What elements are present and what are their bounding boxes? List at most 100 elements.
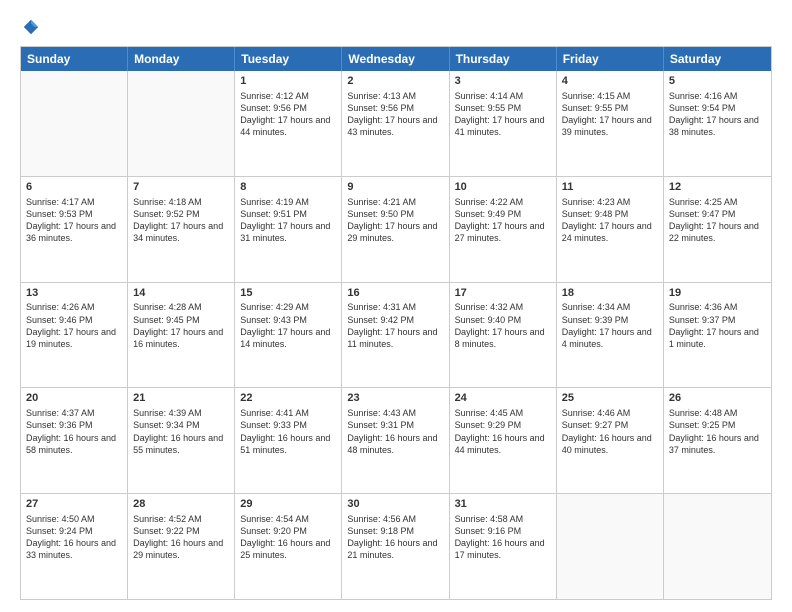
cell-text: Sunrise: 4:14 AM [455, 90, 551, 102]
cell-text: Daylight: 17 hours and 31 minutes. [240, 220, 336, 244]
day-number: 10 [455, 180, 551, 195]
day-number: 3 [455, 74, 551, 89]
calendar-cell: 15Sunrise: 4:29 AMSunset: 9:43 PMDayligh… [235, 283, 342, 388]
calendar-row: 13Sunrise: 4:26 AMSunset: 9:46 PMDayligh… [21, 282, 771, 388]
cell-text: Daylight: 16 hours and 17 minutes. [455, 537, 551, 561]
cell-text: Sunset: 9:55 PM [562, 102, 658, 114]
day-number: 12 [669, 180, 766, 195]
calendar-cell: 9Sunrise: 4:21 AMSunset: 9:50 PMDaylight… [342, 177, 449, 282]
cell-text: Daylight: 17 hours and 4 minutes. [562, 326, 658, 350]
cell-text: Sunset: 9:53 PM [26, 208, 122, 220]
cell-text: Daylight: 17 hours and 43 minutes. [347, 114, 443, 138]
calendar-header-cell: Friday [557, 47, 664, 71]
cell-text: Sunrise: 4:29 AM [240, 301, 336, 313]
cell-text: Daylight: 16 hours and 48 minutes. [347, 432, 443, 456]
calendar-cell: 21Sunrise: 4:39 AMSunset: 9:34 PMDayligh… [128, 388, 235, 493]
day-number: 26 [669, 391, 766, 406]
cell-text: Daylight: 16 hours and 51 minutes. [240, 432, 336, 456]
day-number: 15 [240, 286, 336, 301]
calendar-cell: 3Sunrise: 4:14 AMSunset: 9:55 PMDaylight… [450, 71, 557, 176]
cell-text: Sunrise: 4:25 AM [669, 196, 766, 208]
cell-text: Sunset: 9:55 PM [455, 102, 551, 114]
cell-text: Sunset: 9:42 PM [347, 314, 443, 326]
cell-text: Sunset: 9:47 PM [669, 208, 766, 220]
day-number: 20 [26, 391, 122, 406]
cell-text: Sunrise: 4:32 AM [455, 301, 551, 313]
calendar-cell: 8Sunrise: 4:19 AMSunset: 9:51 PMDaylight… [235, 177, 342, 282]
cell-text: Sunset: 9:40 PM [455, 314, 551, 326]
calendar-cell: 13Sunrise: 4:26 AMSunset: 9:46 PMDayligh… [21, 283, 128, 388]
day-number: 23 [347, 391, 443, 406]
day-number: 24 [455, 391, 551, 406]
calendar-cell: 20Sunrise: 4:37 AMSunset: 9:36 PMDayligh… [21, 388, 128, 493]
calendar-cell: 5Sunrise: 4:16 AMSunset: 9:54 PMDaylight… [664, 71, 771, 176]
calendar-cell: 31Sunrise: 4:58 AMSunset: 9:16 PMDayligh… [450, 494, 557, 599]
day-number: 18 [562, 286, 658, 301]
cell-text: Daylight: 17 hours and 39 minutes. [562, 114, 658, 138]
calendar-cell: 23Sunrise: 4:43 AMSunset: 9:31 PMDayligh… [342, 388, 449, 493]
cell-text: Sunset: 9:29 PM [455, 419, 551, 431]
calendar-row: 6Sunrise: 4:17 AMSunset: 9:53 PMDaylight… [21, 176, 771, 282]
calendar-cell [664, 494, 771, 599]
cell-text: Sunrise: 4:52 AM [133, 513, 229, 525]
day-number: 2 [347, 74, 443, 89]
cell-text: Daylight: 16 hours and 37 minutes. [669, 432, 766, 456]
cell-text: Sunrise: 4:17 AM [26, 196, 122, 208]
cell-text: Sunset: 9:20 PM [240, 525, 336, 537]
cell-text: Sunrise: 4:12 AM [240, 90, 336, 102]
day-number: 27 [26, 497, 122, 512]
day-number: 22 [240, 391, 336, 406]
calendar-row: 20Sunrise: 4:37 AMSunset: 9:36 PMDayligh… [21, 387, 771, 493]
calendar-cell: 26Sunrise: 4:48 AMSunset: 9:25 PMDayligh… [664, 388, 771, 493]
logo-icon [22, 18, 40, 36]
cell-text: Sunset: 9:52 PM [133, 208, 229, 220]
cell-text: Sunrise: 4:21 AM [347, 196, 443, 208]
cell-text: Daylight: 17 hours and 11 minutes. [347, 326, 443, 350]
cell-text: Sunset: 9:31 PM [347, 419, 443, 431]
cell-text: Sunset: 9:39 PM [562, 314, 658, 326]
page: SundayMondayTuesdayWednesdayThursdayFrid… [0, 0, 792, 612]
cell-text: Sunrise: 4:45 AM [455, 407, 551, 419]
day-number: 17 [455, 286, 551, 301]
cell-text: Sunrise: 4:19 AM [240, 196, 336, 208]
cell-text: Daylight: 16 hours and 33 minutes. [26, 537, 122, 561]
calendar-cell: 17Sunrise: 4:32 AMSunset: 9:40 PMDayligh… [450, 283, 557, 388]
calendar-cell: 1Sunrise: 4:12 AMSunset: 9:56 PMDaylight… [235, 71, 342, 176]
cell-text: Sunrise: 4:23 AM [562, 196, 658, 208]
cell-text: Daylight: 16 hours and 55 minutes. [133, 432, 229, 456]
day-number: 19 [669, 286, 766, 301]
day-number: 5 [669, 74, 766, 89]
cell-text: Sunrise: 4:54 AM [240, 513, 336, 525]
cell-text: Sunrise: 4:31 AM [347, 301, 443, 313]
day-number: 31 [455, 497, 551, 512]
cell-text: Daylight: 16 hours and 44 minutes. [455, 432, 551, 456]
day-number: 4 [562, 74, 658, 89]
cell-text: Sunset: 9:22 PM [133, 525, 229, 537]
cell-text: Sunset: 9:43 PM [240, 314, 336, 326]
calendar-cell [21, 71, 128, 176]
cell-text: Sunrise: 4:58 AM [455, 513, 551, 525]
cell-text: Daylight: 16 hours and 29 minutes. [133, 537, 229, 561]
calendar-header-cell: Sunday [21, 47, 128, 71]
calendar-cell: 11Sunrise: 4:23 AMSunset: 9:48 PMDayligh… [557, 177, 664, 282]
calendar-cell [557, 494, 664, 599]
day-number: 25 [562, 391, 658, 406]
cell-text: Sunrise: 4:37 AM [26, 407, 122, 419]
cell-text: Sunrise: 4:26 AM [26, 301, 122, 313]
calendar-header-cell: Saturday [664, 47, 771, 71]
day-number: 1 [240, 74, 336, 89]
cell-text: Sunrise: 4:41 AM [240, 407, 336, 419]
cell-text: Daylight: 17 hours and 38 minutes. [669, 114, 766, 138]
cell-text: Sunrise: 4:15 AM [562, 90, 658, 102]
calendar-cell: 18Sunrise: 4:34 AMSunset: 9:39 PMDayligh… [557, 283, 664, 388]
cell-text: Sunrise: 4:34 AM [562, 301, 658, 313]
day-number: 13 [26, 286, 122, 301]
day-number: 11 [562, 180, 658, 195]
cell-text: Daylight: 17 hours and 44 minutes. [240, 114, 336, 138]
calendar-cell: 16Sunrise: 4:31 AMSunset: 9:42 PMDayligh… [342, 283, 449, 388]
cell-text: Daylight: 17 hours and 22 minutes. [669, 220, 766, 244]
calendar-cell: 28Sunrise: 4:52 AMSunset: 9:22 PMDayligh… [128, 494, 235, 599]
cell-text: Sunset: 9:50 PM [347, 208, 443, 220]
calendar-body: 1Sunrise: 4:12 AMSunset: 9:56 PMDaylight… [21, 71, 771, 599]
cell-text: Sunset: 9:49 PM [455, 208, 551, 220]
